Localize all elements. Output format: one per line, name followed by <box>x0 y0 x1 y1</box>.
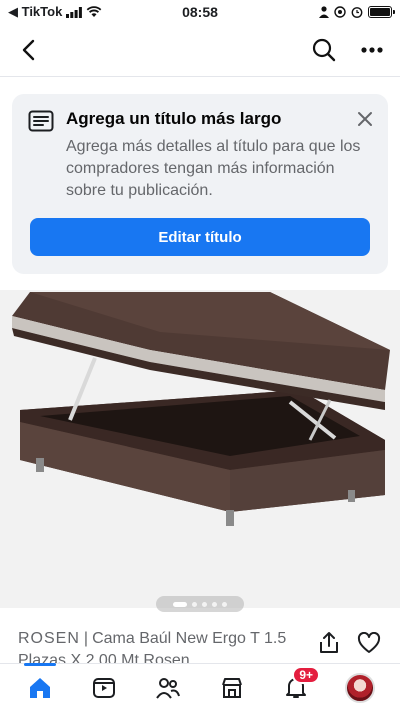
product-brand: ROSEN <box>18 630 80 647</box>
share-icon <box>320 632 338 653</box>
heart-icon <box>357 632 381 653</box>
person-icon <box>319 6 329 18</box>
banner-body: Agrega más detalles al título para que l… <box>66 138 361 199</box>
video-icon <box>93 677 115 698</box>
back-app-label: ◀ TikTok <box>8 4 63 19</box>
tab-friends[interactable] <box>148 668 188 708</box>
edit-title-button[interactable]: Editar título <box>30 218 370 256</box>
battery-icon <box>368 6 395 18</box>
back-to-app[interactable]: ◀ TikTok <box>8 4 148 20</box>
search-button[interactable] <box>308 34 340 66</box>
product-image[interactable] <box>0 290 400 608</box>
banner-title: Agrega un título más largo <box>66 109 282 128</box>
search-icon <box>312 38 336 62</box>
brand-separator: | <box>83 630 89 647</box>
status-icons <box>252 6 395 18</box>
carousel-dot <box>202 601 207 607</box>
top-nav <box>0 28 400 72</box>
carousel-dot <box>192 601 197 607</box>
status-time: 08:58 <box>182 4 218 20</box>
avatar <box>345 672 375 703</box>
more-dots-icon <box>361 47 383 53</box>
home-icon <box>30 677 50 698</box>
tab-profile[interactable] <box>340 668 380 708</box>
back-button[interactable] <box>12 34 44 66</box>
alarm-icon <box>351 7 363 18</box>
tab-home[interactable] <box>20 662 60 708</box>
close-icon[interactable] <box>356 110 374 128</box>
notifications-badge: 9+ <box>292 665 320 684</box>
carousel-dot <box>222 601 227 607</box>
document-icon <box>28 110 54 132</box>
at-icon <box>334 6 346 18</box>
share-button[interactable] <box>316 630 342 656</box>
signal-icon <box>66 6 83 18</box>
tab-video[interactable] <box>84 668 124 708</box>
tab-marketplace[interactable] <box>212 668 252 708</box>
tab-notifications[interactable]: 9+ <box>276 665 320 708</box>
bottom-tab-bar: 9+ <box>0 662 400 711</box>
carousel-dot <box>212 601 217 607</box>
more-button[interactable] <box>356 34 388 66</box>
friends-icon <box>156 677 180 699</box>
title-suggestion-banner: Agrega un título más largo Agrega más de… <box>12 94 388 274</box>
carousel-indicator[interactable] <box>156 596 244 612</box>
status-bar: ◀ TikTok 08:58 <box>0 0 400 24</box>
save-favorite-button[interactable] <box>356 630 382 656</box>
header-divider <box>0 76 400 77</box>
marketplace-icon <box>222 677 242 698</box>
storage-bed-image <box>0 290 400 608</box>
wifi-icon <box>86 6 102 17</box>
carousel-dot <box>173 601 187 607</box>
chevron-left-icon <box>22 39 35 61</box>
product-actions <box>316 630 382 656</box>
